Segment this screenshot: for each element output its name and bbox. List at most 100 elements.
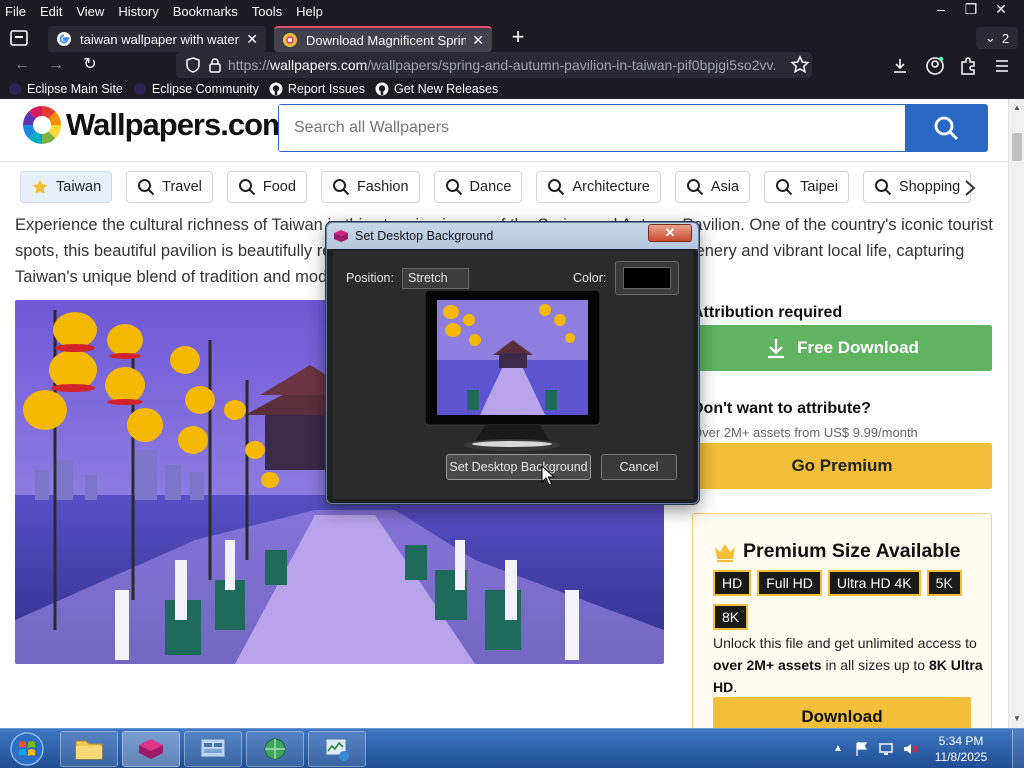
bookmark-eclipse-main[interactable]: Eclipse Main Site: [8, 82, 123, 96]
dont-attribute-subtitle: Over 2M+ assets from US$ 9.99/month: [692, 425, 918, 440]
scroll-down-icon[interactable]: ▼: [1012, 714, 1022, 724]
url-text: https://wallpapers.com/wallpapers/spring…: [228, 57, 777, 73]
tab-label: Download Magnificent Spring a: [306, 32, 467, 48]
crown-icon: [715, 543, 735, 562]
chevron-up-icon[interactable]: ▲: [830, 741, 846, 757]
menu-edit[interactable]: Edit: [35, 4, 67, 19]
search-icon: [934, 116, 958, 140]
show-desktop-button[interactable]: [1012, 729, 1024, 768]
clock-time: 5:34 PM: [938, 734, 984, 748]
bookmarks-toolbar: Eclipse Main Site Eclipse Community Repo…: [0, 78, 1024, 99]
chip-architecture[interactable]: Architecture: [536, 171, 661, 203]
url-bar[interactable]: https://wallpapers.com/wallpapers/spring…: [176, 52, 812, 78]
search-input[interactable]: [279, 105, 905, 151]
extensions-icon[interactable]: [958, 56, 978, 76]
monitor-preview-icon: [424, 289, 601, 451]
minimize-icon[interactable]: –: [926, 0, 956, 20]
chip-dance[interactable]: Dance: [433, 171, 523, 203]
chip-food[interactable]: Food: [226, 171, 307, 203]
bookmark-report-issues[interactable]: Report Issues: [269, 82, 365, 96]
menu-view[interactable]: View: [71, 4, 109, 19]
download-icon: [768, 339, 785, 359]
clock-date: 11/8/2025: [934, 750, 988, 764]
chip-asia[interactable]: Asia: [674, 171, 751, 203]
search-icon: [332, 179, 350, 196]
color-wheel-logo-icon: [23, 106, 61, 144]
menu-help[interactable]: Help: [291, 4, 328, 19]
page-scrollbar[interactable]: ▲ ▼: [1008, 99, 1024, 728]
taskbar-control-panel[interactable]: [184, 731, 242, 767]
search-icon: [548, 179, 565, 196]
new-tab-icon[interactable]: +: [506, 26, 530, 50]
menu-file[interactable]: File: [0, 4, 31, 19]
back-icon[interactable]: ←: [12, 55, 32, 75]
tab-wallpapers[interactable]: Download Magnificent Spring a ✕: [274, 26, 492, 52]
site-logo[interactable]: Wallpapers.com: [22, 105, 290, 145]
attribution-title: Attribution required: [692, 304, 843, 321]
chip-taipei[interactable]: Taipei: [764, 171, 849, 203]
chip-travel[interactable]: Travel: [126, 171, 213, 203]
menu-tools[interactable]: Tools: [247, 4, 287, 19]
volume-muted-icon[interactable]: [902, 741, 918, 757]
network-icon[interactable]: [878, 741, 894, 757]
tab-close-icon[interactable]: ✕: [246, 31, 258, 48]
windows-logo-icon: [10, 732, 44, 766]
flag-icon[interactable]: [854, 741, 870, 757]
taskbar-network[interactable]: [246, 731, 304, 767]
premium-download-button[interactable]: Download: [713, 697, 971, 728]
menu-history[interactable]: History: [113, 4, 163, 19]
lock-icon[interactable]: [206, 56, 224, 74]
premium-title: Premium Size Available: [713, 540, 960, 563]
taskbar-task-manager[interactable]: [308, 731, 366, 767]
taskbar-file-explorer[interactable]: [60, 731, 118, 767]
firefox-dialog-icon: [334, 230, 348, 242]
shield-icon[interactable]: [184, 56, 202, 74]
search-icon: [238, 179, 256, 196]
chip-fashion[interactable]: Fashion: [320, 171, 420, 203]
hamburger-menu-icon[interactable]: [992, 56, 1012, 76]
google-icon: [57, 32, 71, 46]
downloads-icon[interactable]: [890, 56, 910, 76]
restore-icon[interactable]: ❐: [956, 0, 986, 20]
site-header: Wallpapers.com: [0, 99, 1008, 162]
clock[interactable]: 5:34 PM 11/8/2025: [926, 733, 996, 765]
chevron-right-icon[interactable]: [962, 179, 978, 197]
set-desktop-background-button[interactable]: Set Desktop Background: [446, 454, 591, 480]
search-button[interactable]: [905, 105, 987, 151]
size-tag-hd: HD: [713, 570, 752, 596]
free-download-button[interactable]: Free Download: [692, 325, 992, 371]
folder-icon: [75, 740, 103, 760]
chip-taiwan[interactable]: Taiwan: [20, 171, 113, 203]
menu-bookmarks[interactable]: Bookmarks: [168, 4, 243, 19]
tab-close-icon[interactable]: ✕: [472, 32, 484, 49]
scroll-thumb[interactable]: [1012, 133, 1022, 161]
chip-shopping[interactable]: Shopping: [862, 171, 972, 203]
site-search: [278, 104, 988, 152]
reload-icon[interactable]: ↻: [80, 55, 100, 75]
taskbar-firefox-developer[interactable]: [122, 731, 180, 767]
position-select[interactable]: Stretch: [402, 268, 469, 289]
color-picker-button[interactable]: [615, 261, 679, 295]
mouse-cursor-icon: [541, 465, 555, 486]
forward-icon[interactable]: →: [46, 55, 66, 75]
bookmark-get-new-releases[interactable]: Get New Releases: [375, 82, 498, 96]
system-tray: ▲ 5:34 PM 11/8/2025: [830, 729, 1024, 768]
tab-count: 2: [1001, 30, 1010, 46]
tab-google-search[interactable]: taiwan wallpaper with watermar ✕: [48, 26, 266, 52]
scroll-up-icon[interactable]: ▲: [1012, 103, 1022, 113]
dialog-titlebar: Set Desktop Background ✕: [327, 223, 698, 249]
bookmark-eclipse-community[interactable]: Eclipse Community: [133, 82, 259, 96]
tab-list-button[interactable]: ⌄ 2: [976, 27, 1018, 49]
control-panel-icon: [200, 738, 226, 758]
bookmark-star-icon[interactable]: [790, 55, 810, 75]
account-icon[interactable]: [925, 56, 945, 76]
close-window-icon[interactable]: ✕: [986, 0, 1016, 20]
firefox-view-icon[interactable]: [8, 27, 30, 49]
eclipse-icon: [9, 82, 21, 95]
go-premium-button[interactable]: Go Premium: [692, 443, 992, 489]
cancel-button[interactable]: Cancel: [601, 454, 677, 480]
search-icon: [445, 179, 462, 196]
start-button[interactable]: [4, 730, 50, 768]
logo-text: Wallpapers.com: [66, 107, 290, 142]
dialog-close-button[interactable]: ✕: [648, 224, 692, 242]
